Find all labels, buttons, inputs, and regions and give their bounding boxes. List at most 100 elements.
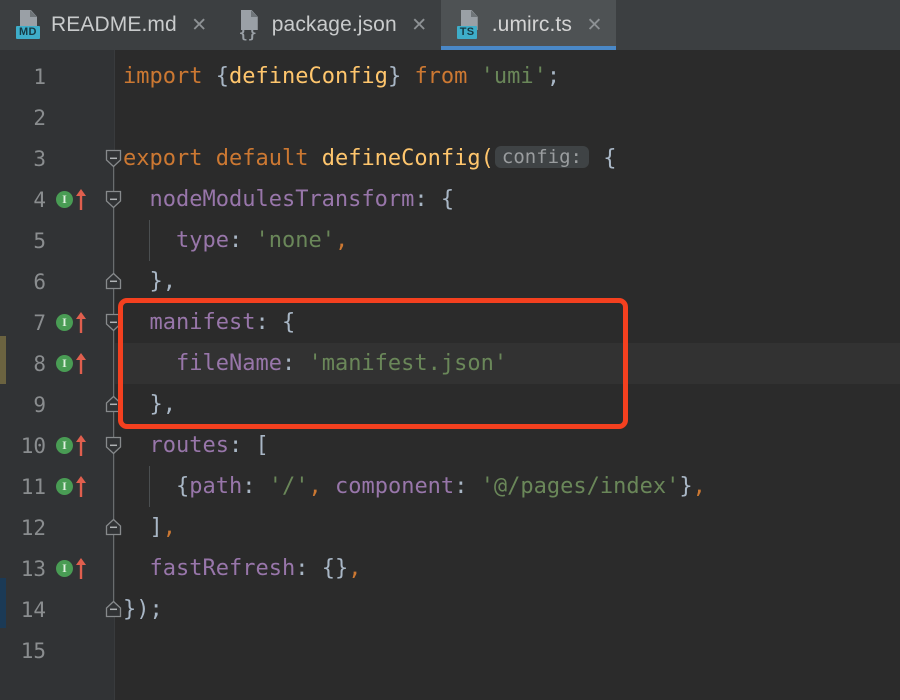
code-token: : [ [228,433,269,458]
code-line[interactable]: 4I nodeModulesTransform: { [0,179,900,220]
code-text[interactable]: nodeModulesTransform: { [123,187,455,212]
code-token: ( [480,146,494,171]
code-token: manifest [149,310,256,335]
inspection-marker[interactable]: I [56,434,90,458]
code-token: ; [546,64,561,89]
upgrade-arrow-icon[interactable] [75,475,87,499]
code-token: }, [123,392,176,417]
code-lines[interactable]: 1 import {defineConfig} from 'umi'; 2 3 expo… [0,50,900,671]
code-text[interactable]: export default defineConfig(config: { [123,146,616,171]
code-text[interactable]: }, [123,269,176,294]
code-text[interactable]: }, [123,392,176,417]
code-line[interactable]: 8I fileName: 'manifest.json' [0,343,900,384]
close-icon[interactable]: ✕ [191,15,208,35]
line-number: 15 [20,638,46,663]
info-inspection-icon[interactable]: I [56,559,73,577]
info-inspection-icon[interactable]: I [56,354,73,372]
code-text[interactable]: fastRefresh: {}, [123,556,362,581]
line-number: 14 [20,597,46,622]
code-text[interactable]: type: 'none', [123,228,348,253]
code-text[interactable]: import {defineConfig} from 'umi'; [123,64,560,89]
inspection-marker[interactable]: I [56,475,90,499]
code-line[interactable]: 11 I {path: '/', component: '@/pages/inde… [0,466,900,507]
code-line[interactable]: 6 }, [0,261,900,302]
code-token: } [387,64,402,89]
code-token: { [589,146,617,171]
code-token: default [215,146,309,171]
code-token: : { [255,310,296,335]
line-number: 9 [33,392,46,417]
line-number: 5 [33,228,46,253]
info-inspection-icon[interactable]: I [56,313,73,331]
code-line[interactable]: 10 I routes: [ [0,425,900,466]
line-number: 2 [33,105,46,130]
code-editor[interactable]: 1 import {defineConfig} from 'umi'; 2 3 expo… [0,50,900,700]
markdown-badge: MD [16,26,40,39]
code-text[interactable]: fileName: 'manifest.json' [123,351,507,376]
upgrade-arrow-icon[interactable] [75,352,87,376]
close-icon[interactable]: ✕ [586,15,603,35]
code-text[interactable]: ], [123,515,176,540]
tab-umirc-ts[interactable]: TS .umirc.ts ✕ [440,0,617,50]
code-token: routes [149,433,229,458]
inspection-marker[interactable]: I [56,188,90,212]
code-token: , [348,556,362,581]
line-number: 11 [20,474,46,499]
tab-package-json[interactable]: {} package.json ✕ [220,0,441,50]
code-line[interactable]: 7I manifest: { [0,302,900,343]
code-token: 'umi' [480,64,547,89]
info-inspection-icon[interactable]: I [56,436,73,454]
code-token: : [228,228,256,253]
code-line[interactable]: 12 ], [0,507,900,548]
code-line[interactable]: 14}); [0,589,900,630]
code-token: , [692,474,706,499]
code-line[interactable]: 13 I fastRefresh: {}, [0,548,900,589]
code-token: { [123,474,190,499]
code-text[interactable]: manifest: { [123,310,296,335]
code-line[interactable]: 3 export default defineConfig(config: { [0,138,900,179]
json-braces: {} [238,24,257,42]
close-icon[interactable]: ✕ [411,15,428,35]
json-file-icon: {} [237,10,263,42]
code-token: path [189,474,243,499]
info-inspection-icon[interactable]: I [56,190,73,208]
inspection-marker[interactable]: I [56,352,90,376]
upgrade-arrow-icon[interactable] [75,311,87,335]
code-token: : { [414,187,455,212]
code-token: , [334,228,349,253]
inspection-marker[interactable]: I [56,557,90,581]
upgrade-arrow-icon[interactable] [75,434,87,458]
code-text[interactable]: }); [123,597,163,622]
code-token: 'manifest.json' [308,351,508,376]
code-line[interactable]: 2 [0,97,900,138]
vcs-change-marker[interactable] [0,336,6,384]
code-token: , [308,474,335,499]
code-token: fileName [175,351,282,376]
inspection-marker[interactable]: I [56,311,90,335]
code-text[interactable]: {path: '/', component: '@/pages/index'}, [123,474,706,499]
upgrade-arrow-icon[interactable] [75,557,87,581]
code-line[interactable]: 15 [0,630,900,671]
vcs-change-marker[interactable] [0,578,6,628]
code-text[interactable]: routes: [ [123,433,269,458]
code-token: fastRefresh [149,556,296,581]
code-line[interactable]: 9 }, [0,384,900,425]
code-token: from [414,64,468,89]
tab-readme-md[interactable]: MD README.md ✕ [0,0,221,50]
code-line[interactable]: 1 import {defineConfig} from 'umi'; [0,56,900,97]
code-token: defineConfig [228,64,388,89]
code-line[interactable]: 5 type: 'none', [0,220,900,261]
info-inspection-icon[interactable]: I [56,477,73,495]
code-token: ] [123,515,163,540]
code-token: : [454,474,481,499]
code-token: , [162,515,176,540]
tab-label: README.md [51,13,177,36]
upgrade-arrow-icon[interactable] [75,188,87,212]
code-token: import [123,64,203,89]
typescript-badge: TS [456,26,478,39]
